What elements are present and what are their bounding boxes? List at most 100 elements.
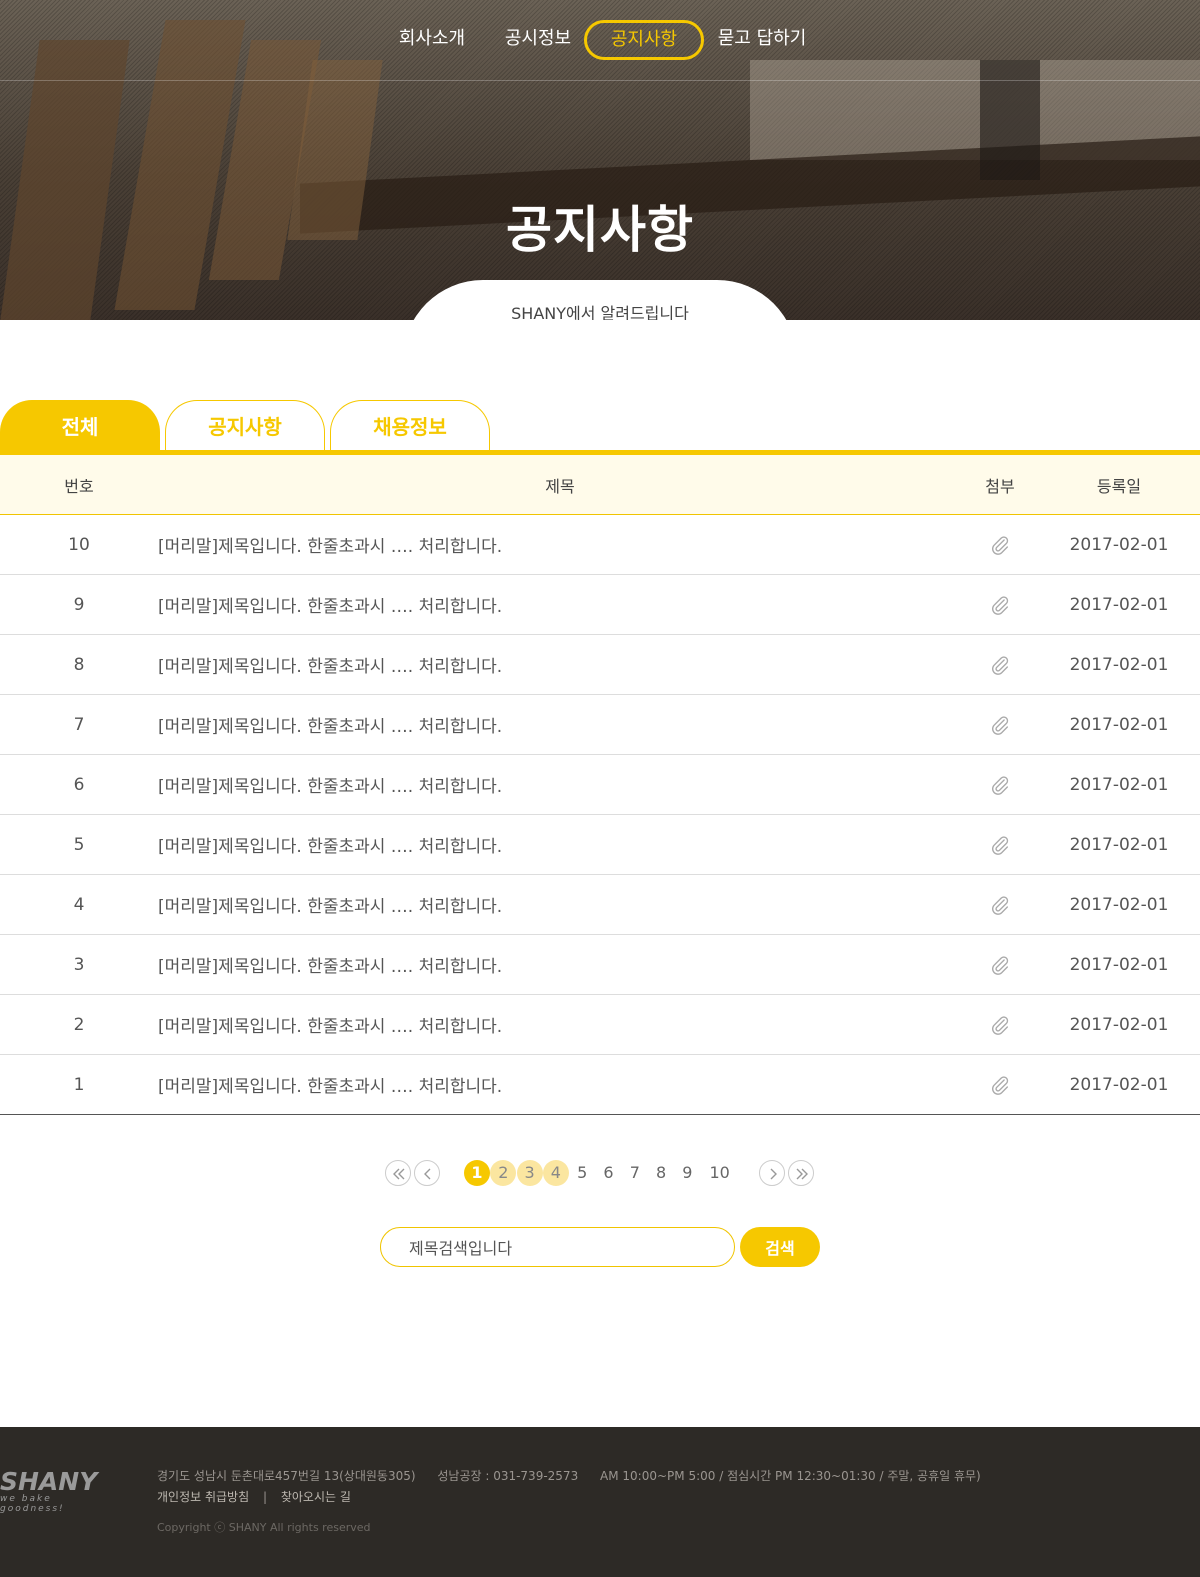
row-title[interactable]: [머리말]제목입니다. 한줄초과시 …. 처리합니다.	[158, 532, 962, 557]
row-date: 2017-02-01	[1069, 954, 1169, 975]
row-title[interactable]: [머리말]제목입니다. 한줄초과시 …. 처리합니다.	[158, 1012, 962, 1037]
page-number-2[interactable]: 2	[490, 1160, 517, 1186]
row-title[interactable]: [머리말]제목입니다. 한줄초과시 …. 처리합니다.	[158, 952, 962, 977]
prev-page-button[interactable]	[414, 1160, 440, 1186]
paperclip-icon[interactable]	[989, 594, 1011, 616]
paperclip-icon[interactable]	[989, 1014, 1011, 1036]
row-title[interactable]: [머리말]제목입니다. 한줄초과시 …. 처리합니다.	[158, 892, 962, 917]
nav-item-qna[interactable]: 묻고 답하기	[712, 20, 812, 60]
hero-photo-chair	[980, 60, 1040, 180]
paperclip-icon[interactable]	[989, 894, 1011, 916]
chevron-left-icon	[424, 1168, 431, 1180]
nav-item-company[interactable]: 회사소개	[390, 20, 474, 60]
search-input[interactable]	[380, 1227, 735, 1267]
paperclip-icon[interactable]	[989, 774, 1011, 796]
row-date: 2017-02-01	[1069, 654, 1169, 675]
table-header: 번호 제목 첨부 등록일	[0, 455, 1200, 515]
row-number: 10	[68, 534, 90, 555]
paperclip-icon[interactable]	[989, 1074, 1011, 1096]
next-page-button[interactable]	[759, 1160, 785, 1186]
table-row[interactable]: 1 [머리말]제목입니다. 한줄초과시 …. 처리합니다. 2017-02-01	[0, 1055, 1200, 1115]
row-title[interactable]: [머리말]제목입니다. 한줄초과시 …. 처리합니다.	[158, 712, 962, 737]
privacy-policy-link[interactable]: 개인정보 취급방침	[157, 1490, 249, 1504]
page-number-6[interactable]: 6	[596, 1160, 622, 1186]
table-row[interactable]: 2 [머리말]제목입니다. 한줄초과시 …. 처리합니다. 2017-02-01	[0, 995, 1200, 1055]
row-number: 8	[73, 654, 85, 675]
row-number: 4	[73, 894, 85, 915]
row-title[interactable]: [머리말]제목입니다. 한줄초과시 …. 처리합니다.	[158, 592, 962, 617]
row-title[interactable]: [머리말]제목입니다. 한줄초과시 …. 처리합니다.	[158, 832, 962, 857]
hero-photo-chair	[0, 40, 130, 320]
table-row[interactable]: 9 [머리말]제목입니다. 한줄초과시 …. 처리합니다. 2017-02-01	[0, 575, 1200, 635]
header-date: 등록일	[1096, 476, 1142, 496]
row-attachment	[962, 954, 1038, 976]
top-nav: 회사소개 공시정보 공지사항 묻고 답하기	[0, 20, 1200, 60]
table-row[interactable]: 3 [머리말]제목입니다. 한줄초과시 …. 처리합니다. 2017-02-01	[0, 935, 1200, 995]
paperclip-icon[interactable]	[989, 714, 1011, 736]
table-row[interactable]: 10 [머리말]제목입니다. 한줄초과시 …. 처리합니다. 2017-02-01	[0, 515, 1200, 575]
row-number: 5	[73, 834, 85, 855]
footer-link-separator: |	[262, 1490, 268, 1504]
footer-info: 경기도 성남시 둔촌대로457번길 13(상대원동305) 성남공장 : 031…	[157, 1467, 999, 1484]
paperclip-icon[interactable]	[989, 834, 1011, 856]
header-title: 제목	[545, 476, 575, 496]
footer-address: 경기도 성남시 둔촌대로457번길 13(상대원동305)	[157, 1469, 416, 1483]
table-row[interactable]: 6 [머리말]제목입니다. 한줄초과시 …. 처리합니다. 2017-02-01	[0, 755, 1200, 815]
row-attachment	[962, 834, 1038, 856]
header-attachment: 첨부	[985, 476, 1015, 496]
table-row[interactable]: 4 [머리말]제목입니다. 한줄초과시 …. 처리합니다. 2017-02-01	[0, 875, 1200, 935]
page-number-5[interactable]: 5	[569, 1160, 595, 1186]
row-date: 2017-02-01	[1069, 1074, 1169, 1095]
search-button[interactable]: 검색	[740, 1227, 820, 1267]
page-number-3[interactable]: 3	[516, 1160, 543, 1186]
row-date: 2017-02-01	[1069, 834, 1169, 855]
directions-link[interactable]: 찾아오시는 길	[281, 1490, 351, 1504]
tab-all[interactable]: 전체	[0, 400, 160, 452]
paperclip-icon[interactable]	[989, 654, 1011, 676]
logo-tagline: we bake goodness!	[0, 1494, 65, 1514]
row-date: 2017-02-01	[1069, 774, 1169, 795]
row-number: 3	[73, 954, 85, 975]
tab-recruit[interactable]: 채용정보	[330, 400, 490, 452]
row-title[interactable]: [머리말]제목입니다. 한줄초과시 …. 처리합니다.	[158, 1072, 962, 1097]
row-title[interactable]: [머리말]제목입니다. 한줄초과시 …. 처리합니다.	[158, 652, 962, 677]
row-date: 2017-02-01	[1069, 894, 1169, 915]
page-number-7[interactable]: 7	[622, 1160, 648, 1186]
row-date: 2017-02-01	[1069, 534, 1169, 555]
footer-factory: 성남공장 : 031-739-2573	[437, 1469, 579, 1483]
table-body: 10 [머리말]제목입니다. 한줄초과시 …. 처리합니다. 2017-02-01 9…	[0, 515, 1200, 1115]
category-tabs: 전체 공지사항 채용정보	[0, 400, 1200, 452]
page-title: 공지사항	[506, 201, 694, 259]
row-number: 1	[73, 1074, 85, 1095]
nav-item-notice[interactable]: 공지사항	[584, 20, 704, 60]
row-date: 2017-02-01	[1069, 1014, 1169, 1035]
row-number: 7	[73, 714, 85, 735]
row-date: 2017-02-01	[1069, 594, 1169, 615]
page-number-9[interactable]: 9	[674, 1160, 700, 1186]
row-number: 2	[73, 1014, 85, 1035]
pagination: 1 2 3 4 5 6 7 8 9 10	[0, 1160, 1200, 1186]
last-page-button[interactable]	[788, 1160, 814, 1186]
page-number-10[interactable]: 10	[705, 1160, 735, 1186]
page-number-1[interactable]: 1	[464, 1160, 490, 1186]
nav-item-disclosure[interactable]: 공시정보	[496, 20, 580, 60]
paperclip-icon[interactable]	[989, 534, 1011, 556]
logo-text: SHANY	[0, 1467, 98, 1496]
row-title[interactable]: [머리말]제목입니다. 한줄초과시 …. 처리합니다.	[158, 772, 962, 797]
first-page-button[interactable]	[385, 1160, 411, 1186]
table-row[interactable]: 5 [머리말]제목입니다. 한줄초과시 …. 처리합니다. 2017-02-01	[0, 815, 1200, 875]
tab-notice[interactable]: 공지사항	[165, 400, 325, 452]
table-row[interactable]: 7 [머리말]제목입니다. 한줄초과시 …. 처리합니다. 2017-02-01	[0, 695, 1200, 755]
page-number-8[interactable]: 8	[648, 1160, 674, 1186]
row-date: 2017-02-01	[1069, 714, 1169, 735]
row-attachment	[962, 594, 1038, 616]
page-number-4[interactable]: 4	[542, 1160, 569, 1186]
row-number: 9	[73, 594, 85, 615]
row-attachment	[962, 534, 1038, 556]
page-subtitle: SHANY에서 알려드립니다	[511, 304, 689, 320]
row-attachment	[962, 774, 1038, 796]
table-row[interactable]: 8 [머리말]제목입니다. 한줄초과시 …. 처리합니다. 2017-02-01	[0, 635, 1200, 695]
paperclip-icon[interactable]	[989, 954, 1011, 976]
double-chevron-left-icon	[393, 1168, 405, 1180]
row-attachment	[962, 894, 1038, 916]
